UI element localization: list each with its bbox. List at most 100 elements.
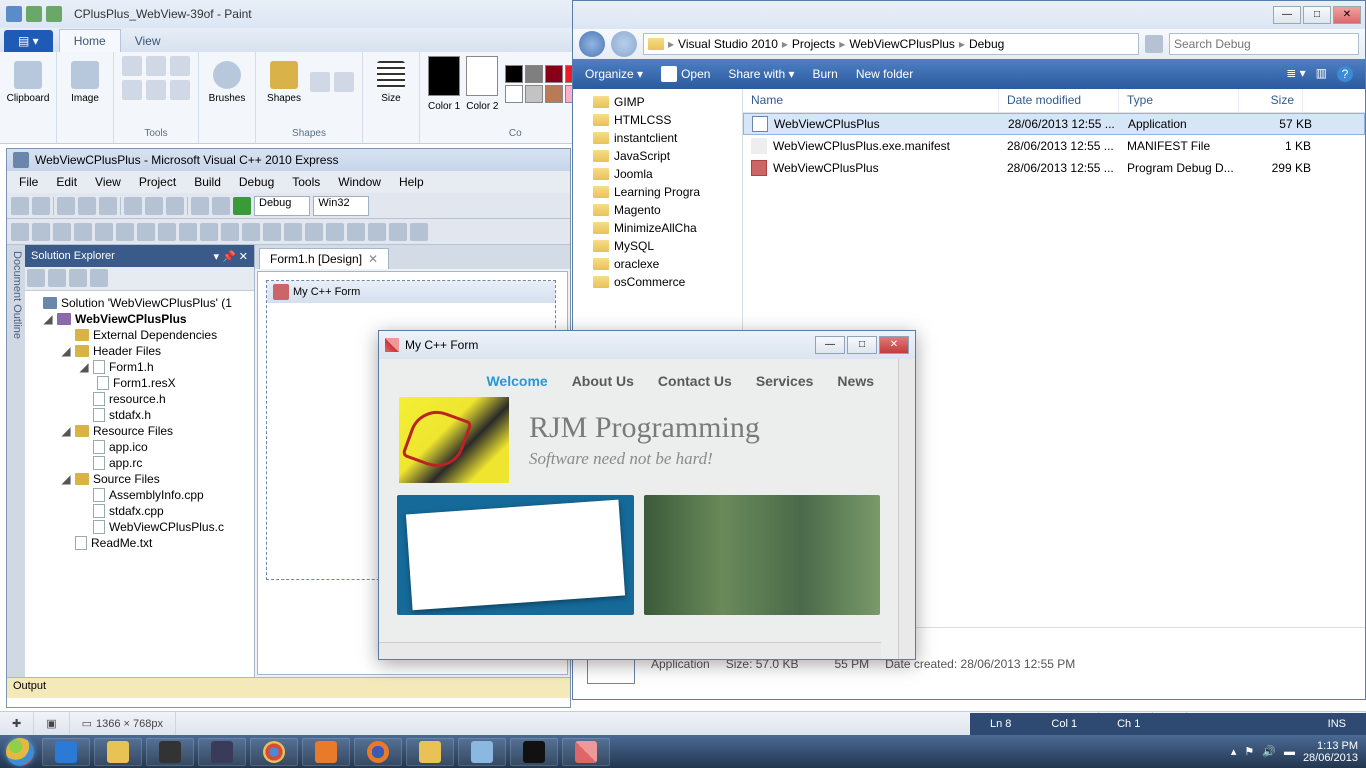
- col-name[interactable]: Name: [743, 89, 999, 112]
- align-icon[interactable]: [53, 223, 71, 241]
- align-icon[interactable]: [347, 223, 365, 241]
- color-swatch[interactable]: [525, 65, 543, 83]
- doc-tab-form1[interactable]: Form1.h [Design]✕: [259, 248, 389, 269]
- maximize-button[interactable]: □: [1303, 6, 1331, 24]
- close-button[interactable]: ✕: [879, 336, 909, 354]
- tree-folder[interactable]: instantclient: [577, 129, 738, 147]
- align-icon[interactable]: [179, 223, 197, 241]
- tree-resourceh[interactable]: resource.h: [29, 391, 250, 407]
- tree-folder[interactable]: Magento: [577, 201, 738, 219]
- card-image[interactable]: [397, 495, 634, 615]
- tree-readme[interactable]: ReadMe.txt: [29, 535, 250, 551]
- list-row[interactable]: WebViewCPlusPlus 28/06/2013 12:55 ...App…: [743, 113, 1365, 135]
- tree-stdafxh[interactable]: stdafx.h: [29, 407, 250, 423]
- task-ie[interactable]: [42, 738, 90, 766]
- close-button[interactable]: ✕: [1333, 6, 1361, 24]
- copy-icon[interactable]: [145, 197, 163, 215]
- clipboard-button[interactable]: Clipboard: [8, 56, 48, 108]
- align-icon[interactable]: [137, 223, 155, 241]
- config-select[interactable]: Debug: [254, 196, 310, 216]
- volume-icon[interactable]: 🔊: [1262, 745, 1276, 758]
- task-cmd[interactable]: [510, 738, 558, 766]
- fillshape-icon[interactable]: [334, 72, 354, 92]
- save-all-icon[interactable]: [99, 197, 117, 215]
- align-icon[interactable]: [263, 223, 281, 241]
- undo-icon[interactable]: [26, 6, 42, 22]
- task-chrome[interactable]: [250, 738, 298, 766]
- bc-item[interactable]: Debug: [969, 37, 1004, 51]
- tree-stdafxcpp[interactable]: stdafx.cpp: [29, 503, 250, 519]
- paste-icon[interactable]: [166, 197, 184, 215]
- shapes-button[interactable]: Shapes: [264, 56, 304, 108]
- tree-form1resx[interactable]: Form1.resX: [29, 375, 250, 391]
- cpp-titlebar[interactable]: My C++ Form — □ ✕: [379, 331, 915, 359]
- tree-appico[interactable]: app.ico: [29, 439, 250, 455]
- size-button[interactable]: Size: [371, 56, 411, 108]
- tree-wvcpp[interactable]: WebViewCPlusPlus.c: [29, 519, 250, 535]
- nav-about[interactable]: About Us: [572, 373, 634, 389]
- menu-build[interactable]: Build: [186, 173, 229, 191]
- redo-icon[interactable]: [212, 197, 230, 215]
- file-menu-button[interactable]: ▤ ▾: [4, 30, 53, 52]
- view-code-icon[interactable]: [90, 269, 108, 287]
- menu-debug[interactable]: Debug: [231, 173, 282, 191]
- start-debug-icon[interactable]: [233, 197, 251, 215]
- search-input[interactable]: [1169, 33, 1359, 55]
- show-all-icon[interactable]: [48, 269, 66, 287]
- solution-explorer-header[interactable]: Solution Explorer ▾ 📌 ✕: [25, 245, 254, 267]
- color-swatch[interactable]: [525, 85, 543, 103]
- tab-view[interactable]: View: [121, 30, 175, 52]
- menu-window[interactable]: Window: [330, 173, 389, 191]
- tab-home[interactable]: Home: [59, 29, 121, 52]
- task-explorer[interactable]: [94, 738, 142, 766]
- align-icon[interactable]: [221, 223, 239, 241]
- pencil-icon[interactable]: [122, 56, 142, 76]
- panel-pin-icon[interactable]: ▾ 📌 ✕: [213, 250, 248, 263]
- task-wmp[interactable]: [302, 738, 350, 766]
- undo-icon[interactable]: [191, 197, 209, 215]
- align-icon[interactable]: [368, 223, 386, 241]
- minimize-button[interactable]: —: [815, 336, 845, 354]
- clock[interactable]: 1:13 PM 28/06/2013: [1303, 740, 1358, 764]
- col-type[interactable]: Type: [1119, 89, 1239, 112]
- forward-button[interactable]: [611, 31, 637, 57]
- new-folder-button[interactable]: New folder: [856, 67, 913, 81]
- tree-folder[interactable]: GIMP: [577, 93, 738, 111]
- bc-item[interactable]: Visual Studio 2010: [678, 37, 778, 51]
- task-cpp-form[interactable]: [562, 738, 610, 766]
- color-swatch[interactable]: [545, 85, 563, 103]
- task-paint[interactable]: [458, 738, 506, 766]
- menu-view[interactable]: View: [87, 173, 129, 191]
- output-header[interactable]: Output: [7, 678, 570, 698]
- tree-folder[interactable]: oraclexe: [577, 255, 738, 273]
- tree-solution[interactable]: Solution 'WebViewCPlusPlus' (1: [29, 295, 250, 311]
- tree-folder[interactable]: osCommerce: [577, 273, 738, 291]
- help-icon[interactable]: ?: [1337, 66, 1353, 82]
- align-icon[interactable]: [74, 223, 92, 241]
- webview-content[interactable]: Welcome About Us Contact Us Services New…: [379, 359, 898, 659]
- align-icon[interactable]: [305, 223, 323, 241]
- brushes-button[interactable]: Brushes: [207, 56, 247, 108]
- maximize-button[interactable]: □: [847, 336, 877, 354]
- align-icon[interactable]: [242, 223, 260, 241]
- task-eclipse[interactable]: [198, 738, 246, 766]
- align-icon[interactable]: [326, 223, 344, 241]
- list-row[interactable]: WebViewCPlusPlus.exe.manifest 28/06/2013…: [743, 135, 1365, 157]
- align-icon[interactable]: [284, 223, 302, 241]
- menu-edit[interactable]: Edit: [48, 173, 85, 191]
- cut-icon[interactable]: [124, 197, 142, 215]
- horizontal-scrollbar[interactable]: [379, 642, 881, 659]
- refresh-icon[interactable]: [69, 269, 87, 287]
- outline-icon[interactable]: [310, 72, 330, 92]
- explorer-titlebar[interactable]: — □ ✕: [573, 1, 1365, 29]
- menu-file[interactable]: File: [11, 173, 46, 191]
- tree-asm[interactable]: AssemblyInfo.cpp: [29, 487, 250, 503]
- open-icon[interactable]: [57, 197, 75, 215]
- color2-swatch[interactable]: [466, 56, 498, 96]
- col-size[interactable]: Size: [1239, 89, 1303, 112]
- tree-source-files[interactable]: ◢Source Files: [29, 471, 250, 487]
- view-options-icon[interactable]: ≣ ▾: [1286, 66, 1305, 82]
- align-icon[interactable]: [11, 223, 29, 241]
- burn-button[interactable]: Burn: [812, 67, 837, 81]
- add-item-icon[interactable]: [32, 197, 50, 215]
